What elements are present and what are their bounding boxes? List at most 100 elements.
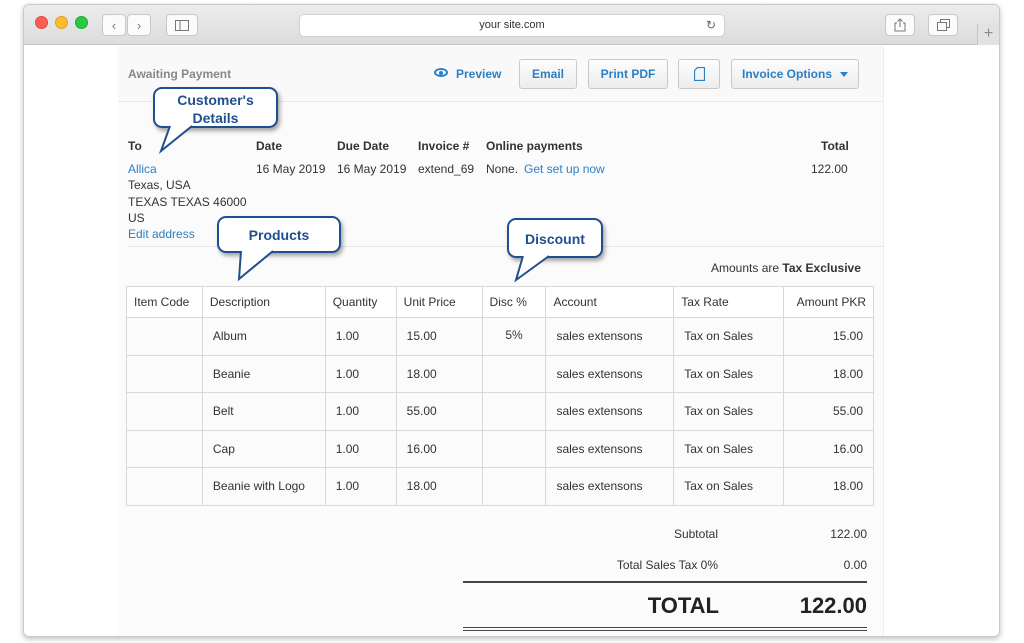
- preview-label: Preview: [456, 67, 502, 81]
- preview-link[interactable]: Preview: [434, 67, 501, 81]
- cell-qty[interactable]: 1.00: [324, 354, 397, 393]
- cell-price[interactable]: 18.00: [395, 354, 483, 393]
- cell-account[interactable]: sales extensons: [545, 429, 675, 468]
- callout-text: Products: [248, 227, 310, 243]
- subtotal-value: 122.00: [830, 527, 867, 541]
- eye-icon: [434, 68, 448, 77]
- cell-disc[interactable]: [481, 392, 547, 431]
- print-pdf-button[interactable]: Print PDF: [588, 59, 668, 89]
- tabs-button[interactable]: [928, 14, 958, 36]
- cell-code[interactable]: [126, 354, 203, 393]
- column-header: Unit Price: [395, 286, 483, 318]
- products-callout: Products: [217, 216, 341, 282]
- cell-qty[interactable]: 1.00: [324, 429, 397, 468]
- callout-pointer: [514, 255, 550, 283]
- column-header: Item Code: [126, 286, 203, 318]
- cell-code[interactable]: [126, 317, 203, 356]
- total-label: Total: [821, 139, 849, 153]
- sidebar-button[interactable]: [166, 14, 198, 36]
- column-header: Disc %: [481, 286, 547, 318]
- address-line-1: Texas, USA: [128, 178, 191, 192]
- cell-disc[interactable]: [481, 354, 547, 393]
- invoice-options-button[interactable]: Invoice Options: [731, 59, 859, 89]
- email-button[interactable]: Email: [519, 59, 577, 89]
- cell-amount[interactable]: 55.00: [783, 392, 874, 431]
- invoice-total-value: 122.00: [811, 162, 848, 176]
- cell-desc[interactable]: Belt: [201, 392, 326, 431]
- maximize-window-button[interactable]: [75, 16, 88, 29]
- edit-address-link[interactable]: Edit address: [128, 227, 195, 241]
- cell-amount[interactable]: 18.00: [783, 467, 874, 506]
- column-header: Description: [201, 286, 326, 318]
- invoice-due-date: 16 May 2019: [337, 162, 407, 176]
- invoice-panel: Awaiting Payment Preview Email Print PDF…: [118, 46, 884, 636]
- invoice-status: Awaiting Payment: [128, 67, 232, 81]
- cell-price[interactable]: 15.00: [395, 317, 483, 356]
- chevron-left-icon: ‹: [111, 17, 117, 33]
- back-button[interactable]: ‹: [102, 14, 126, 36]
- plus-icon: +: [983, 25, 994, 42]
- cell-disc[interactable]: [481, 429, 547, 468]
- tax-value: 0.00: [843, 558, 867, 572]
- address-line-3: US: [128, 211, 145, 225]
- callout-text: Discount: [525, 231, 585, 247]
- cell-tax[interactable]: Tax on Sales: [673, 317, 785, 356]
- cell-code[interactable]: [126, 429, 203, 468]
- cell-tax[interactable]: Tax on Sales: [673, 392, 785, 431]
- amounts-mode[interactable]: Tax Exclusive: [782, 261, 861, 275]
- cell-desc[interactable]: Beanie: [201, 354, 326, 393]
- cell-account[interactable]: sales extensons: [545, 467, 675, 506]
- table-row[interactable]: Beanie with Logo 1.00 18.00 sales extensons…: [126, 467, 874, 506]
- cell-amount[interactable]: 16.00: [783, 429, 874, 468]
- cell-qty[interactable]: 1.00: [324, 317, 397, 356]
- cell-qty[interactable]: 1.00: [324, 392, 397, 431]
- table-row[interactable]: Belt 1.00 55.00 sales extensons Tax on Sales…: [126, 392, 874, 431]
- cell-price[interactable]: 16.00: [395, 429, 483, 468]
- share-icon: [894, 18, 906, 32]
- cell-qty[interactable]: 1.00: [324, 467, 397, 506]
- reload-icon[interactable]: ↻: [706, 15, 716, 36]
- cell-disc[interactable]: 5%: [481, 317, 547, 356]
- cell-amount[interactable]: 18.00: [783, 354, 874, 393]
- table-row[interactable]: Album 1.00 15.00 5% sales extensons Tax on Sa…: [126, 317, 874, 356]
- cell-account[interactable]: sales extensons: [545, 392, 675, 431]
- share-button[interactable]: [885, 14, 915, 36]
- cell-price[interactable]: 55.00: [395, 392, 483, 431]
- cell-amount[interactable]: 15.00: [783, 317, 874, 356]
- invoice-number: extend_69: [418, 162, 475, 176]
- get-set-up-link[interactable]: Get set up now: [524, 162, 605, 176]
- minimize-window-button[interactable]: [55, 16, 68, 29]
- address-bar[interactable]: your site.com ↻: [299, 14, 725, 37]
- forward-button[interactable]: ›: [127, 14, 151, 36]
- cell-code[interactable]: [126, 467, 203, 506]
- cell-desc[interactable]: Album: [201, 317, 326, 356]
- cell-tax[interactable]: Tax on Sales: [673, 467, 785, 506]
- cell-desc[interactable]: Cap: [201, 429, 326, 468]
- double-rule-bottom: [463, 630, 867, 631]
- customer-link[interactable]: Allica: [128, 162, 157, 176]
- table-row[interactable]: Beanie 1.00 18.00 sales extensons Tax on Sal…: [126, 354, 874, 393]
- cell-account[interactable]: sales extensons: [545, 354, 675, 393]
- cell-account[interactable]: sales extensons: [545, 317, 675, 356]
- chevron-right-icon: ›: [136, 17, 142, 33]
- close-window-button[interactable]: [35, 16, 48, 29]
- new-tab-button[interactable]: +: [977, 24, 999, 45]
- cell-tax[interactable]: Tax on Sales: [673, 354, 785, 393]
- column-header: Amount PKR: [783, 286, 874, 318]
- cell-disc[interactable]: [481, 467, 547, 506]
- copy-button[interactable]: [678, 59, 720, 89]
- copy-icon: [693, 67, 705, 81]
- grand-total-value: 122.00: [799, 593, 867, 618]
- double-rule-top: [463, 627, 867, 628]
- table-row[interactable]: Cap 1.00 16.00 sales extensons Tax on Sales 1…: [126, 429, 874, 468]
- cell-desc[interactable]: Beanie with Logo: [201, 467, 326, 506]
- line-items-table: Item Code Description Quantity Unit Pric…: [126, 286, 874, 506]
- address-text: your site.com: [479, 19, 545, 31]
- date-label: Date: [256, 139, 283, 153]
- cell-code[interactable]: [126, 392, 203, 431]
- cell-tax[interactable]: Tax on Sales: [673, 429, 785, 468]
- grand-total-label: TOTAL: [647, 593, 719, 618]
- amounts-note-text: Amounts are: [711, 261, 780, 275]
- to-label: To: [128, 139, 142, 153]
- cell-price[interactable]: 18.00: [395, 467, 483, 506]
